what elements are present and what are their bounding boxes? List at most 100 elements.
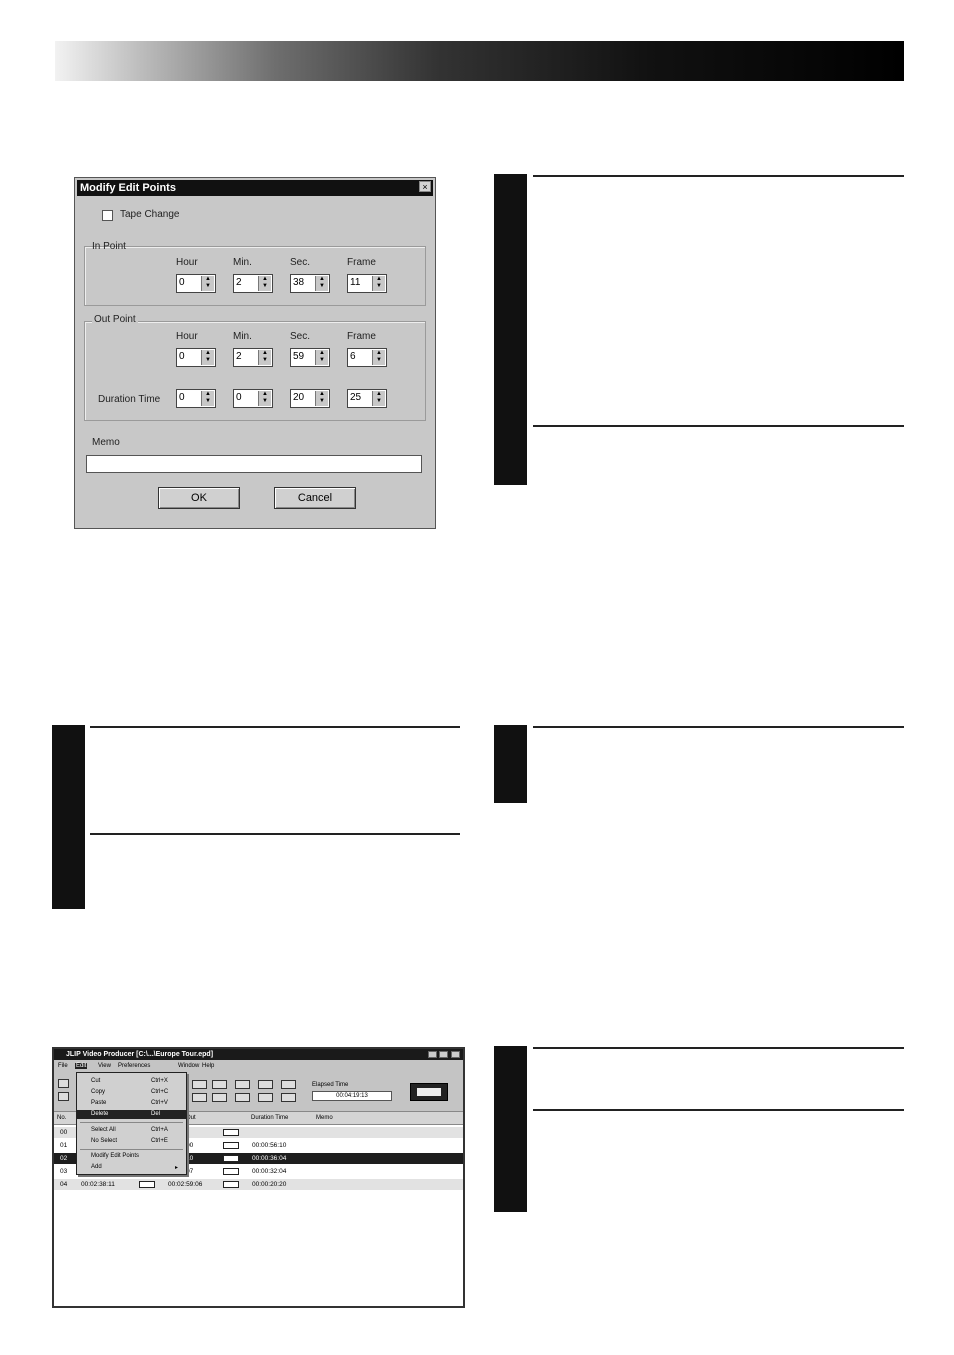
spin-arrows-icon[interactable]: ▲ ▼: [201, 276, 214, 291]
tool-icon[interactable]: [58, 1092, 69, 1101]
col-duration: Duration Time: [251, 1115, 289, 1121]
minimize-icon[interactable]: [428, 1051, 437, 1058]
menu-item-delete[interactable]: Delete Del: [77, 1110, 186, 1119]
spin-arrows-icon[interactable]: ▲ ▼: [372, 350, 385, 365]
clip-icon: [139, 1181, 155, 1188]
spin-arrows-icon[interactable]: ▲ ▼: [258, 276, 271, 291]
row-duration: 00:00:20:20: [252, 1181, 287, 1188]
out-sec-spinner[interactable]: 59 ▲ ▼: [290, 348, 330, 367]
dialog-title: Modify Edit Points: [77, 180, 433, 196]
divider: [533, 425, 904, 427]
duration-sec-spinner[interactable]: 20 ▲ ▼: [290, 389, 330, 408]
toolbar-button-icon[interactable]: [235, 1080, 250, 1089]
cancel-button[interactable]: Cancel: [274, 487, 356, 509]
row-out: 00:02:59:06: [168, 1181, 203, 1188]
tape-change-checkbox[interactable]: [102, 210, 113, 221]
spinner-value: 25: [350, 392, 362, 403]
toolbar-button-icon[interactable]: [192, 1093, 207, 1102]
menu-item-modify-edit-points[interactable]: Modify Edit Points: [77, 1152, 186, 1161]
spin-arrows-icon[interactable]: ▲ ▼: [315, 391, 328, 406]
submenu-arrow-icon: ▸: [175, 1165, 179, 1171]
spinner-value: 0: [179, 277, 185, 288]
duration-hour-spinner[interactable]: 0 ▲ ▼: [176, 389, 216, 408]
menu-item-cut[interactable]: Cut Ctrl+X: [77, 1077, 186, 1086]
spin-arrows-icon[interactable]: ▲ ▼: [258, 350, 271, 365]
menu-item-label: Copy: [91, 1089, 106, 1095]
spin-arrows-icon[interactable]: ▲ ▼: [315, 350, 328, 365]
menu-edit[interactable]: Edit: [75, 1063, 88, 1069]
in-hour-spinner[interactable]: 0 ▲ ▼: [176, 274, 216, 293]
toolbar-button-icon[interactable]: [192, 1080, 207, 1089]
row-no: 01: [60, 1142, 68, 1149]
menu-window[interactable]: Window: [178, 1063, 199, 1069]
toolbar-button-icon[interactable]: [212, 1080, 227, 1089]
in-point-label: In Point: [92, 241, 126, 252]
elapsed-time-label: Elapsed Time: [312, 1082, 349, 1088]
menu-item-label: Select All: [91, 1127, 116, 1133]
app-title-text: JLIP Video Producer [C:\...\Europe Tour.…: [66, 1051, 214, 1058]
menu-item-add[interactable]: Add ▸: [77, 1163, 186, 1172]
table-row[interactable]: 04 00:02:38:11 00:02:59:06 00:00:20:20: [54, 1179, 463, 1190]
menu-separator: [80, 1149, 183, 1150]
spin-arrows-icon[interactable]: ▲ ▼: [372, 391, 385, 406]
ok-button[interactable]: OK: [158, 487, 240, 509]
in-sec-label: Sec.: [290, 257, 311, 268]
spinner-value: 11: [350, 277, 361, 288]
menu-item-select-all[interactable]: Select All Ctrl+A: [77, 1126, 186, 1135]
menu-help[interactable]: Help: [202, 1063, 214, 1069]
spinner-value: 6: [350, 351, 356, 362]
toolbar-button-icon[interactable]: [212, 1093, 227, 1102]
row-duration: 00:00:32:04: [252, 1168, 287, 1175]
toolbar-button-icon[interactable]: [281, 1093, 296, 1102]
menu-preferences[interactable]: Preferences: [118, 1063, 150, 1069]
out-min-label: Min.: [233, 331, 252, 342]
out-hour-spinner[interactable]: 0 ▲ ▼: [176, 348, 216, 367]
maximize-icon[interactable]: [439, 1051, 448, 1058]
step-tab: [494, 1046, 527, 1212]
row-duration: 00:00:56:10: [252, 1142, 287, 1149]
close-icon[interactable]: ×: [419, 181, 431, 192]
in-sec-spinner[interactable]: 38 ▲ ▼: [290, 274, 330, 293]
step-tab: [494, 725, 527, 803]
video-producer-window: JLIP Video Producer [C:\...\Europe Tour.…: [52, 1047, 465, 1308]
row-in: 00:02:38:11: [81, 1181, 115, 1188]
step-tab: [52, 725, 85, 909]
in-hour-label: Hour: [176, 257, 198, 268]
toolbar-button-icon[interactable]: [258, 1080, 273, 1089]
memo-label: Memo: [92, 437, 120, 448]
section-header-bar: [55, 41, 904, 81]
menu-item-copy[interactable]: Copy Ctrl+C: [77, 1088, 186, 1097]
duration-min-spinner[interactable]: 0 ▲ ▼: [233, 389, 273, 408]
spinner-value: 2: [236, 351, 242, 362]
menu-view[interactable]: View: [98, 1063, 111, 1069]
spin-arrows-icon[interactable]: ▲ ▼: [372, 276, 385, 291]
toolbar-button-icon[interactable]: [281, 1080, 296, 1089]
duration-frame-spinner[interactable]: 25 ▲ ▼: [347, 389, 387, 408]
menu-item-paste[interactable]: Paste Ctrl+V: [77, 1099, 186, 1108]
pen-tool-icon[interactable]: [58, 1079, 69, 1088]
menu-item-shortcut: Ctrl+X: [151, 1078, 168, 1084]
menu-item-shortcut: Ctrl+A: [151, 1127, 168, 1133]
in-frame-spinner[interactable]: 11 ▲ ▼: [347, 274, 387, 293]
col-out: Out: [186, 1115, 196, 1121]
spin-arrows-icon[interactable]: ▲ ▼: [258, 391, 271, 406]
menu-item-label: No Select: [91, 1138, 118, 1144]
spin-arrows-icon[interactable]: ▲ ▼: [201, 350, 214, 365]
menu-item-no-select[interactable]: No Select Ctrl+E: [77, 1137, 186, 1146]
menu-item-label: Cut: [91, 1078, 101, 1084]
spin-arrows-icon[interactable]: ▲ ▼: [201, 391, 214, 406]
playback-control-icon[interactable]: [410, 1083, 448, 1101]
menu-file[interactable]: File: [58, 1063, 68, 1069]
spinner-value: 0: [179, 351, 185, 362]
toolbar-button-icon[interactable]: [258, 1093, 273, 1102]
col-no: No.: [57, 1115, 67, 1121]
in-min-spinner[interactable]: 2 ▲ ▼: [233, 274, 273, 293]
col-memo: Memo: [316, 1115, 333, 1121]
spin-arrows-icon[interactable]: ▲ ▼: [315, 276, 328, 291]
memo-input[interactable]: [86, 455, 422, 473]
out-min-spinner[interactable]: 2 ▲ ▼: [233, 348, 273, 367]
toolbar-button-icon[interactable]: [235, 1093, 250, 1102]
out-frame-spinner[interactable]: 6 ▲ ▼: [347, 348, 387, 367]
divider: [533, 175, 904, 177]
close-icon[interactable]: [451, 1051, 460, 1058]
